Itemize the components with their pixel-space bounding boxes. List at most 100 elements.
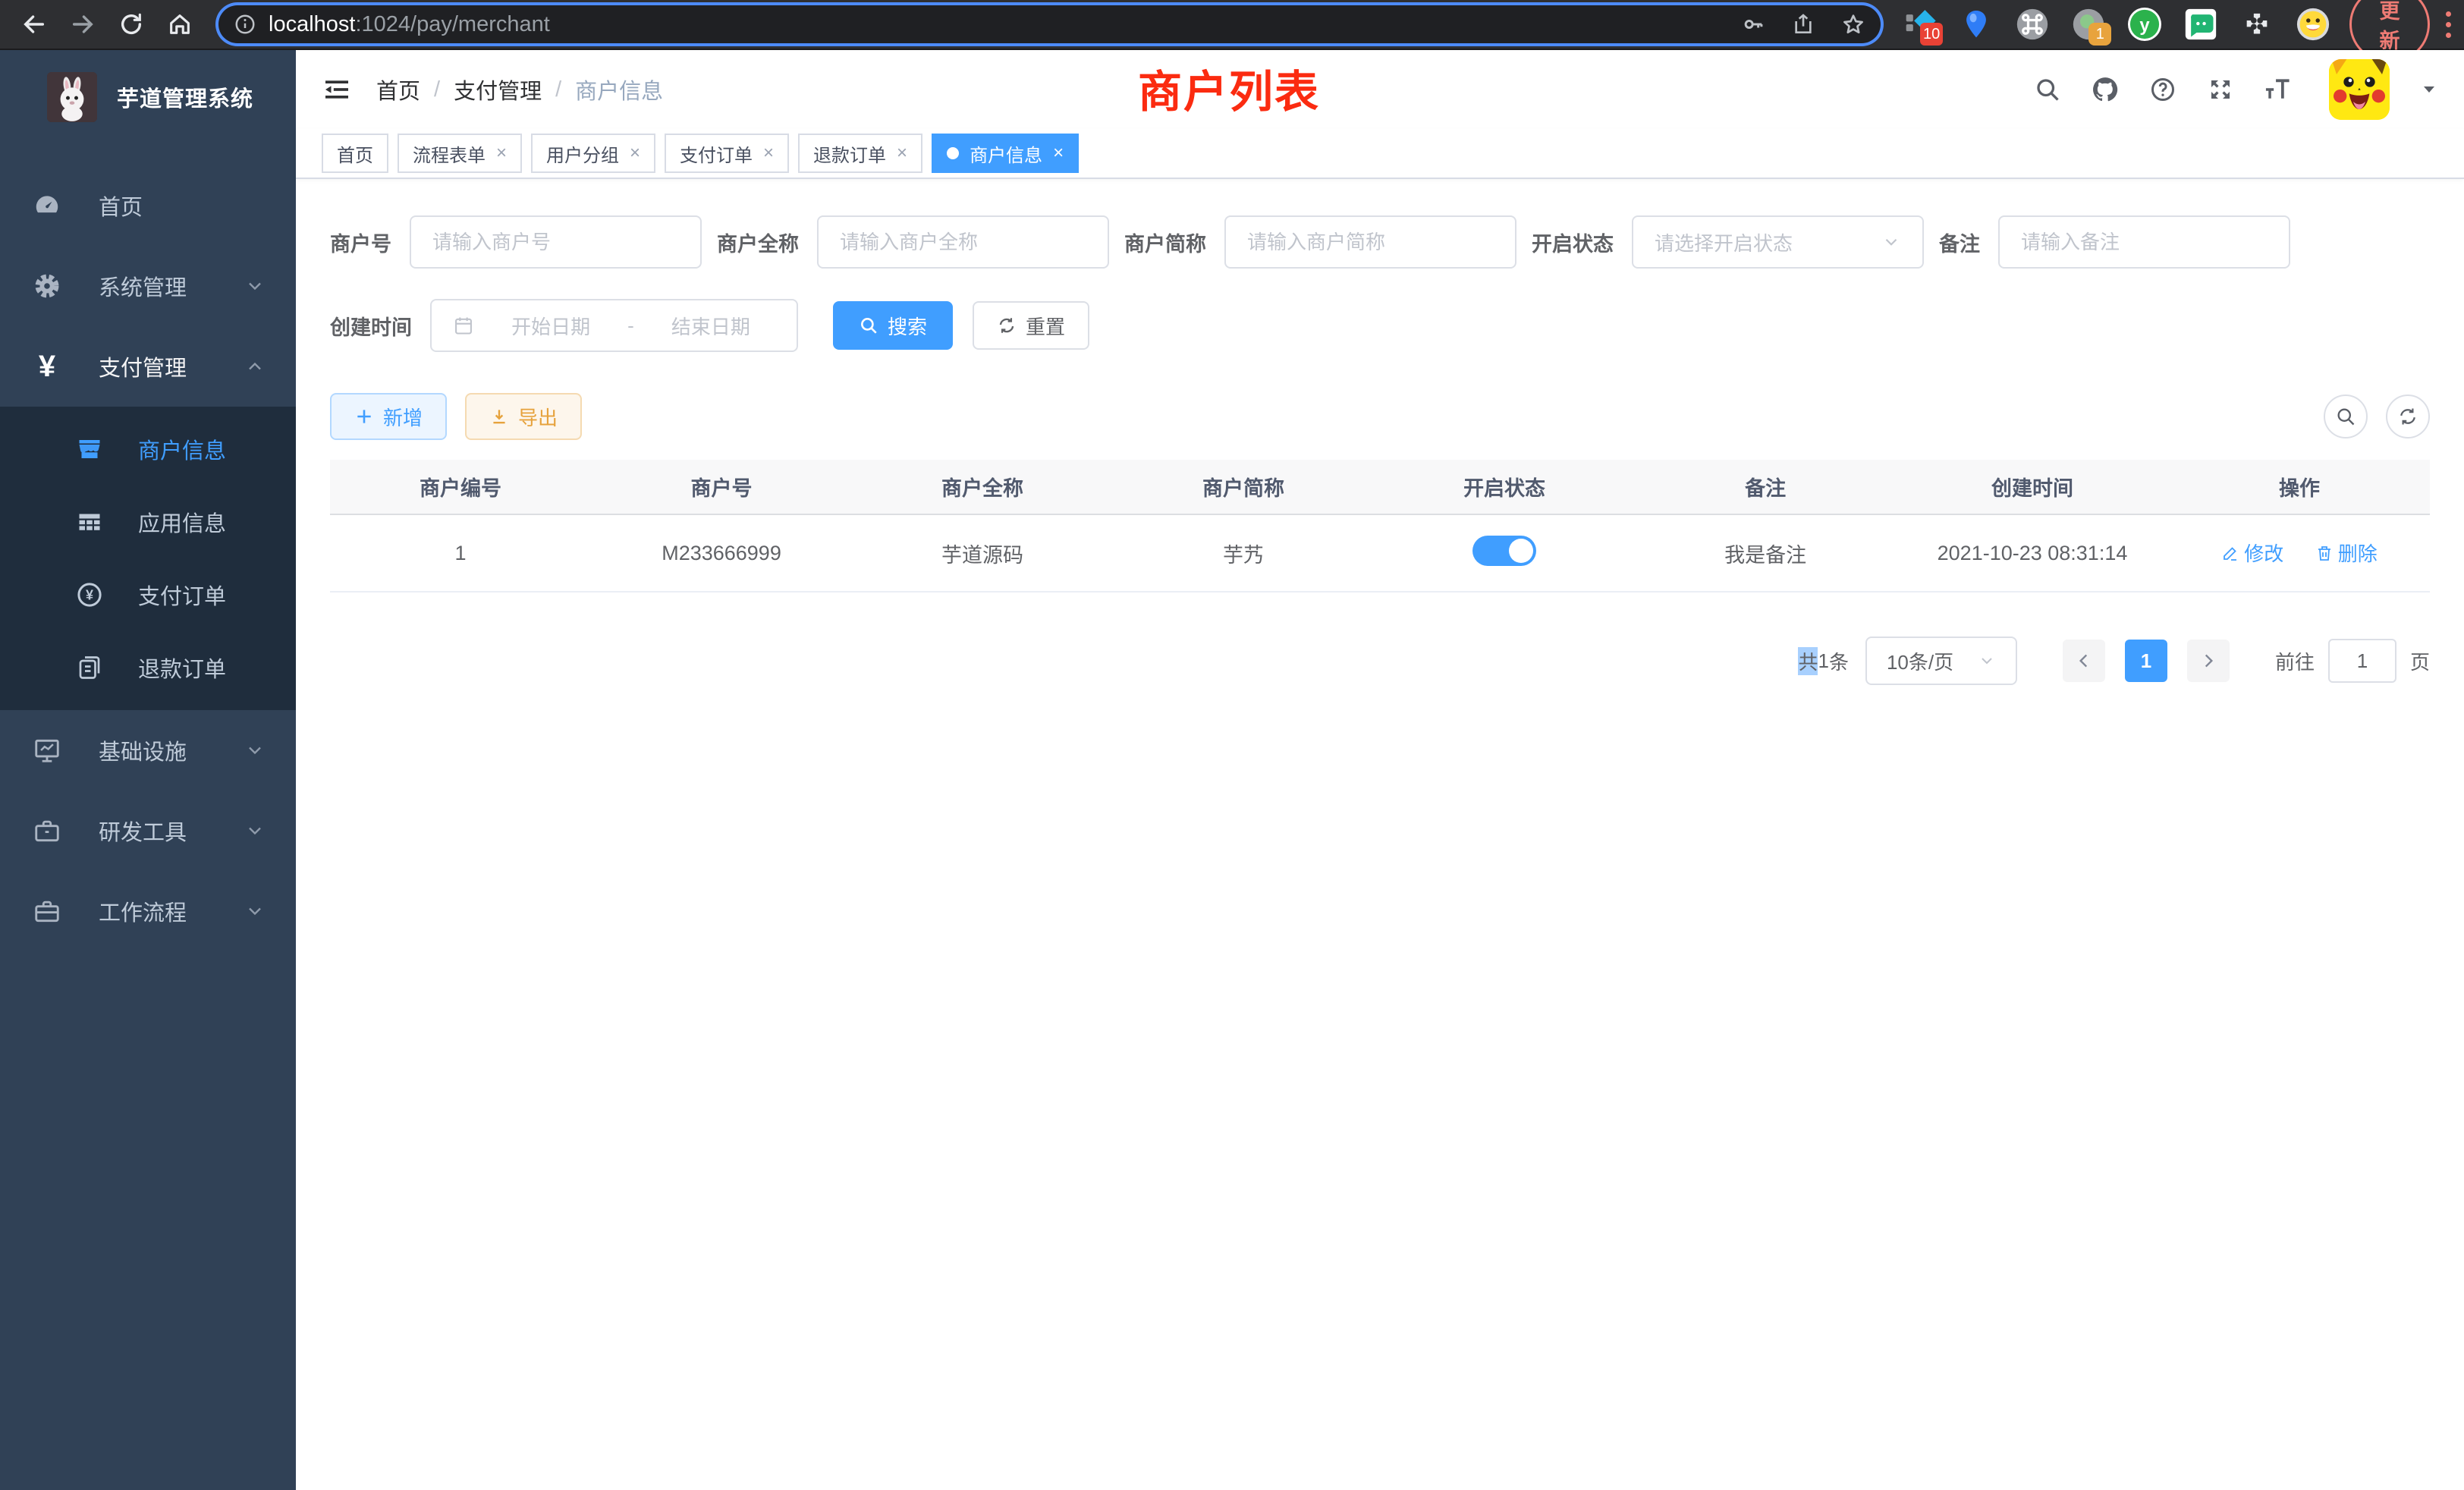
column-header: 创建时间 [1896,460,2169,514]
help-icon[interactable] [2148,75,2177,104]
sidebar-item-infrastructure[interactable]: 基础设施 [0,710,296,791]
sidebar-item-app-info[interactable]: 应用信息 [0,486,296,558]
app-header: 首页 / 支付管理 / 商户信息 [296,50,2464,129]
column-header: 开启状态 [1374,460,1635,514]
sidebar-item-label: 系统管理 [99,270,244,302]
filter-create-time: 创建时间 开始日期 - 结束日期 [330,299,798,352]
export-button-label: 导出 [518,403,558,431]
extension-status-icon[interactable]: 1 [2072,8,2105,41]
delete-link[interactable]: 删除 [2315,539,2378,567]
toolbox-icon [30,816,64,845]
sidebar-item-home[interactable]: 首页 [0,165,296,246]
close-icon[interactable]: × [897,144,907,162]
user-avatar[interactable] [2329,59,2390,120]
full-name-input[interactable] [840,231,1086,254]
extension-notes-icon[interactable] [2184,8,2217,41]
merchant-no-input[interactable] [432,231,679,254]
tab-label: 商户信息 [970,140,1042,167]
url-bar[interactable]: localhost:1024/pay/merchant [218,5,1881,43]
app-logo-rabbit [47,72,97,122]
filter-label: 开启状态 [1532,228,1632,257]
github-icon[interactable] [2091,75,2120,104]
sidebar-item-pay-order[interactable]: ¥ 支付订单 [0,558,296,631]
home-icon[interactable] [167,11,193,37]
goto-page-input[interactable] [2328,639,2396,683]
sidebar-logo-row[interactable]: 芋道管理系统 [0,50,296,144]
merchant-table: 商户编号 商户号 商户全称 商户简称 开启状态 备注 创建时间 操作 1 M23… [330,460,2430,593]
search-button[interactable]: 搜索 [833,301,953,350]
sidebar-item-dev-tools[interactable]: 研发工具 [0,791,296,871]
tab-pay-order[interactable]: 支付订单 × [665,134,789,173]
browser-chrome: localhost:1024/pay/merchant 10 [0,0,2464,50]
page-info-icon[interactable] [234,13,256,36]
password-key-icon[interactable] [1741,12,1765,36]
extensions-row: 10 1 y [1903,8,2330,41]
tab-label: 流程表单 [413,140,486,167]
remark-input[interactable] [2021,231,2268,254]
share-icon[interactable] [1791,12,1815,36]
bookmark-star-icon[interactable] [1841,12,1865,36]
status-select[interactable]: 请选择开启状态 [1632,215,1924,269]
extension-command-icon[interactable] [2016,8,2049,41]
browser-menu-icon[interactable] [2444,11,2453,38]
tab-merchant-info[interactable]: 商户信息 × [932,134,1079,173]
browser-nav [21,11,193,37]
toggle-search-icon[interactable] [2324,395,2368,439]
chevron-down-icon [1881,232,1901,252]
forward-icon[interactable] [70,11,96,37]
sidebar-item-refund-order[interactable]: 退款订单 [0,631,296,704]
svg-text:y: y [2140,15,2151,36]
sidebar-item-system[interactable]: 系统管理 [0,246,296,326]
page: localhost:1024/pay/merchant 10 [0,0,2464,1490]
extension-debug-icon[interactable]: 10 [1903,8,1937,41]
status-toggle[interactable] [1472,536,1536,566]
chevron-down-icon [1978,652,1996,670]
column-header: 操作 [2169,460,2430,514]
short-name-input[interactable] [1247,231,1494,254]
filter-label: 创建时间 [330,311,430,341]
export-button[interactable]: 导出 [465,393,582,440]
reset-button[interactable]: 重置 [973,301,1089,350]
briefcase-icon [30,897,64,926]
font-size-icon[interactable] [2264,75,2293,104]
tab-home[interactable]: 首页 [322,134,388,173]
page-size-select[interactable]: 10条/页 [1865,637,2017,685]
tab-process-form[interactable]: 流程表单 × [398,134,522,173]
reload-icon[interactable] [118,11,144,37]
edit-link[interactable]: 修改 [2221,539,2283,567]
filter-label: 商户号 [330,228,410,257]
browser-profile-avatar[interactable] [2296,8,2330,41]
tab-user-group[interactable]: 用户分组× [531,134,655,173]
page-number-1[interactable]: 1 [2125,640,2167,682]
header-search-icon[interactable] [2033,75,2062,104]
date-end-placeholder: 结束日期 [646,312,775,340]
breadcrumb-pay[interactable]: 支付管理 [454,74,542,105]
extension-pin-icon[interactable] [1960,8,1993,41]
fullscreen-icon[interactable] [2206,75,2235,104]
breadcrumb-home[interactable]: 首页 [376,74,420,105]
sidebar-menu: 首页 系统管理 ¥ 支付管理 [0,165,296,951]
filter-remark: 备注 [1939,215,2290,269]
main-area: 商户列表 首页 / 支付管理 / 商户信息 [296,50,2464,1490]
cell-remark: 我是备注 [1635,514,1896,592]
add-button[interactable]: 新增 [330,393,447,440]
tab-label: 支付订单 [680,140,753,167]
avatar-caret-icon[interactable] [2420,80,2438,99]
sidebar-item-merchant-info[interactable]: 商户信息 [0,413,296,486]
back-icon[interactable] [21,11,47,37]
sidebar-item-workflow[interactable]: 工作流程 [0,871,296,951]
next-page-button[interactable] [2187,640,2230,682]
sidebar-item-payment[interactable]: ¥ 支付管理 [0,326,296,407]
tab-refund-order[interactable]: 退款订单× [798,134,922,173]
prev-page-button[interactable] [2063,640,2105,682]
extensions-puzzle-icon[interactable] [2240,8,2274,41]
close-icon[interactable]: × [1053,144,1064,162]
refresh-icon[interactable] [2386,395,2430,439]
pagination-total: 共 1 条 [1798,647,1849,675]
date-range-picker[interactable]: 开始日期 - 结束日期 [430,299,798,352]
close-icon[interactable]: × [496,144,507,162]
sidebar-fold-icon[interactable] [322,74,352,105]
close-icon[interactable]: × [630,144,640,162]
extension-y-icon[interactable]: y [2128,8,2161,41]
close-icon[interactable]: × [763,144,774,162]
